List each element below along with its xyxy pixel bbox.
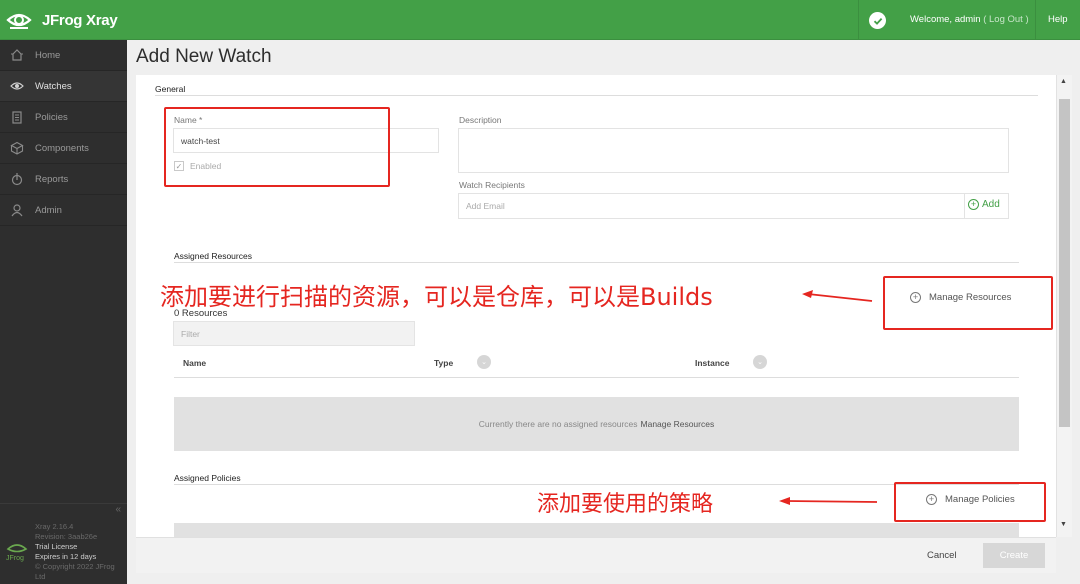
- sidebar-item-admin[interactable]: Admin: [0, 195, 127, 226]
- divider: [858, 0, 859, 40]
- logout-link[interactable]: ( Log Out ): [983, 14, 1028, 25]
- eye-icon: [10, 79, 24, 93]
- general-section-label: General: [155, 84, 186, 94]
- assigned-resources-label: Assigned Resources: [174, 251, 252, 261]
- annotation-policies-note: 添加要使用的策略: [537, 492, 714, 517]
- annotation-box-manage-resources: [883, 276, 1053, 330]
- divider: [174, 377, 1019, 378]
- annotation-arrow-icon: [802, 290, 873, 302]
- sidebar-item-label: Policies: [35, 111, 68, 123]
- status-check-icon[interactable]: [869, 12, 886, 29]
- email-input[interactable]: Add Email: [458, 193, 965, 219]
- sidebar-item-home[interactable]: Home: [0, 40, 127, 71]
- column-header-instance[interactable]: Instance: [695, 358, 730, 368]
- sidebar-item-label: Reports: [35, 173, 69, 185]
- sidebar-item-label: Components: [35, 142, 89, 154]
- divider: [174, 262, 1019, 263]
- brand-name: JFrog Xray: [42, 11, 118, 29]
- help-link[interactable]: Help: [1048, 14, 1068, 25]
- column-header-name[interactable]: Name: [183, 358, 206, 368]
- collapse-sidebar-button[interactable]: «: [0, 503, 127, 516]
- sidebar-item-policies[interactable]: Policies: [0, 102, 127, 133]
- clipboard-icon: [10, 110, 24, 124]
- sidebar-item-components[interactable]: Components: [0, 133, 127, 164]
- cube-icon: [10, 141, 24, 155]
- description-textarea[interactable]: [458, 128, 1009, 173]
- home-icon: [10, 48, 24, 62]
- expires-text: Expires in 12 days: [35, 552, 97, 561]
- jfrog-xray-logo[interactable]: JFrog Xray: [6, 8, 118, 32]
- divider: [155, 95, 1038, 96]
- empty-manage-resources-link[interactable]: Manage Resources: [641, 419, 715, 429]
- divider: [1035, 0, 1036, 40]
- instance-sort-icon[interactable]: ⌄: [753, 355, 767, 369]
- filter-placeholder: Filter: [181, 328, 200, 339]
- add-label: Add: [982, 199, 1000, 210]
- eye-logo-icon: [6, 13, 32, 29]
- policies-table-placeholder: [174, 523, 1019, 537]
- annotation-resources-note: 添加要进行扫描的资源，可以是仓库，可以是Builds: [160, 283, 713, 311]
- sidebar-item-label: Home: [35, 49, 61, 61]
- add-email-button[interactable]: + Add: [968, 199, 1000, 210]
- empty-text: Currently there are no assigned resource…: [478, 419, 638, 429]
- annotation-arrow-icon: [779, 497, 878, 505]
- type-sort-icon[interactable]: ⌄: [477, 355, 491, 369]
- scrollbar[interactable]: ▲ ▼: [1056, 75, 1072, 537]
- sidebar-item-reports[interactable]: Reports: [0, 164, 127, 195]
- version-lines: Xray 2.16.4 Revision: 3aab26e Trial Lice…: [35, 522, 115, 582]
- empty-resources-message: Currently there are no assigned resource…: [174, 397, 1019, 451]
- email-placeholder: Add Email: [466, 201, 505, 211]
- column-header-type[interactable]: Type: [434, 358, 453, 368]
- sidebar-item-label: Watches: [35, 80, 72, 92]
- admin-icon: [10, 203, 24, 217]
- annotation-box-name: [164, 107, 390, 187]
- welcome-text: Welcome, admin ( Log Out ): [910, 14, 1029, 25]
- description-label: Description: [459, 115, 502, 125]
- create-button[interactable]: Create: [983, 543, 1045, 568]
- copyright-text: © Copyright 2022 JFrog: [35, 562, 115, 571]
- annotation-box-manage-policies: [894, 482, 1046, 522]
- recipients-label: Watch Recipients: [459, 180, 525, 190]
- scrollbar-thumb[interactable]: [1059, 99, 1070, 427]
- divider: [174, 484, 1019, 485]
- sidebar: Home Watches Policies Components Reports…: [0, 40, 127, 584]
- copyright-text-2: Ltd: [35, 572, 46, 581]
- license-text: Trial License: [35, 542, 78, 551]
- form-footer: Cancel Create: [136, 537, 1056, 573]
- plus-circle-icon: +: [968, 199, 979, 210]
- filter-input[interactable]: Filter: [173, 321, 415, 346]
- scroll-up-arrow-icon[interactable]: ▲: [1060, 78, 1067, 85]
- page-title: Add New Watch: [136, 46, 272, 67]
- welcome-user: Welcome, admin: [910, 14, 981, 25]
- cancel-button[interactable]: Cancel: [927, 550, 957, 561]
- revision-text: Revision: 3aab26e: [35, 532, 98, 541]
- reports-icon: [10, 172, 24, 186]
- jfrog-frog-logo-icon: JFrog: [6, 544, 28, 562]
- assigned-policies-label: Assigned Policies: [174, 473, 241, 483]
- svg-text:JFrog: JFrog: [6, 555, 24, 562]
- scroll-down-arrow-icon[interactable]: ▼: [1060, 521, 1067, 528]
- top-bar: JFrog Xray Welcome, admin ( Log Out ) He…: [0, 0, 1080, 40]
- sidebar-item-watches[interactable]: Watches: [0, 71, 127, 102]
- version-text: Xray 2.16.4: [35, 522, 74, 531]
- sidebar-item-label: Admin: [35, 204, 62, 216]
